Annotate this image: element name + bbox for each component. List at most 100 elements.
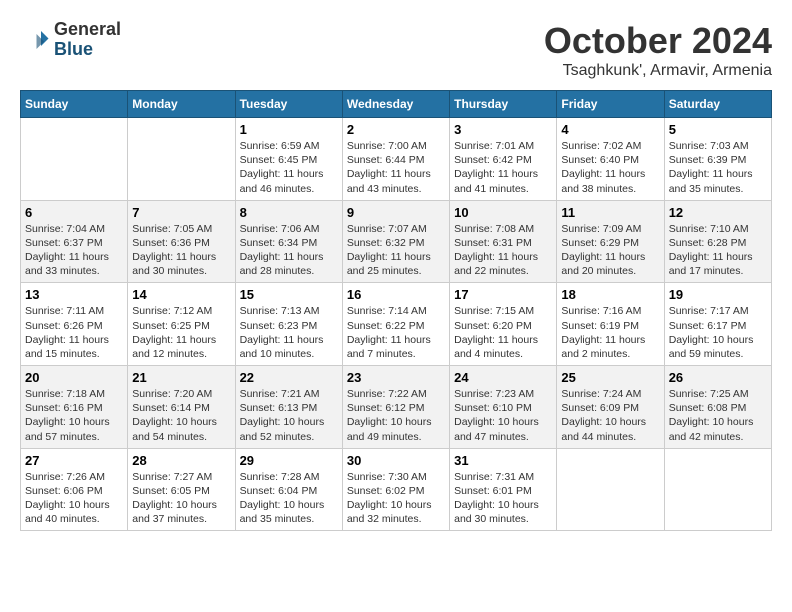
calendar-day-cell: 6Sunrise: 7:04 AM Sunset: 6:37 PM Daylig… (21, 200, 128, 283)
day-number: 14 (132, 287, 230, 302)
calendar-day-cell: 29 Sunrise: 7:28 AM Sunset: 6:04 PM Dayli… (235, 448, 342, 531)
calendar-day-cell: 24 Sunrise: 7:23 AM Sunset: 6:10 PM Dayli… (450, 366, 557, 449)
calendar-day-cell: 18 Sunrise: 7:16 AM Sunset: 6:19 PM Dayli… (557, 283, 664, 366)
calendar-day-cell: 21 Sunrise: 7:20 AM Sunset: 6:14 PM Dayli… (128, 366, 235, 449)
location-title: Tsaghkunk', Armavir, Armenia (544, 62, 772, 80)
day-number: 20 (25, 370, 123, 385)
calendar-week-row: 1 Sunrise: 6:59 AM Sunset: 6:45 PM Daylig… (21, 118, 772, 201)
day-number: 28 (132, 453, 230, 468)
calendar-day-cell: 31Sunrise: 7:31 AM Sunset: 6:01 PM Dayli… (450, 448, 557, 531)
day-info: Sunrise: 7:30 AM Sunset: 6:02 PM Dayligh… (347, 470, 445, 527)
day-info: Sunrise: 7:21 AM Sunset: 6:13 PM Dayligh… (240, 387, 338, 444)
logo-text: General Blue (54, 20, 121, 60)
day-info: Sunrise: 7:26 AM Sunset: 6:06 PM Dayligh… (25, 470, 123, 527)
calendar-day-cell: 1 Sunrise: 6:59 AM Sunset: 6:45 PM Daylig… (235, 118, 342, 201)
day-number: 5 (669, 122, 767, 137)
calendar-day-cell: 13 Sunrise: 7:11 AM Sunset: 6:26 PM Dayli… (21, 283, 128, 366)
calendar-day-cell: 4 Sunrise: 7:02 AM Sunset: 6:40 PM Daylig… (557, 118, 664, 201)
day-number: 12 (669, 205, 767, 220)
day-number: 30 (347, 453, 445, 468)
calendar-day-cell: 30 Sunrise: 7:30 AM Sunset: 6:02 PM Dayli… (342, 448, 449, 531)
calendar-day-cell: 2Sunrise: 7:00 AM Sunset: 6:44 PM Daylig… (342, 118, 449, 201)
day-info: Sunrise: 7:06 AM Sunset: 6:34 PM Dayligh… (240, 222, 338, 279)
calendar-header-day: Monday (128, 91, 235, 118)
calendar-day-cell (128, 118, 235, 201)
title-area: October 2024 Tsaghkunk', Armavir, Armeni… (544, 20, 772, 80)
calendar-header-day: Wednesday (342, 91, 449, 118)
calendar-table: SundayMondayTuesdayWednesdayThursdayFrid… (20, 90, 772, 531)
day-number: 2 (347, 122, 445, 137)
calendar-day-cell: 16Sunrise: 7:14 AM Sunset: 6:22 PM Dayli… (342, 283, 449, 366)
calendar-day-cell: 8Sunrise: 7:06 AM Sunset: 6:34 PM Daylig… (235, 200, 342, 283)
calendar-day-cell: 5 Sunrise: 7:03 AM Sunset: 6:39 PM Daylig… (664, 118, 771, 201)
day-info: Sunrise: 7:09 AM Sunset: 6:29 PM Dayligh… (561, 222, 659, 279)
day-number: 26 (669, 370, 767, 385)
day-number: 3 (454, 122, 552, 137)
calendar-day-cell: 9 Sunrise: 7:07 AM Sunset: 6:32 PM Daylig… (342, 200, 449, 283)
calendar-week-row: 27 Sunrise: 7:26 AM Sunset: 6:06 PM Dayli… (21, 448, 772, 531)
day-number: 18 (561, 287, 659, 302)
day-info: Sunrise: 7:15 AM Sunset: 6:20 PM Dayligh… (454, 304, 552, 361)
logo-line1: General (54, 20, 121, 40)
calendar-day-cell: 23 Sunrise: 7:22 AM Sunset: 6:12 PM Dayli… (342, 366, 449, 449)
day-info: Sunrise: 7:28 AM Sunset: 6:04 PM Dayligh… (240, 470, 338, 527)
day-info: Sunrise: 7:13 AM Sunset: 6:23 PM Dayligh… (240, 304, 338, 361)
calendar-header-row: SundayMondayTuesdayWednesdayThursdayFrid… (21, 91, 772, 118)
calendar-day-cell (664, 448, 771, 531)
day-info: Sunrise: 7:27 AM Sunset: 6:05 PM Dayligh… (132, 470, 230, 527)
day-number: 1 (240, 122, 338, 137)
header: General Blue October 2024 Tsaghkunk', Ar… (20, 20, 772, 80)
day-number: 19 (669, 287, 767, 302)
day-number: 24 (454, 370, 552, 385)
calendar-day-cell: 3Sunrise: 7:01 AM Sunset: 6:42 PM Daylig… (450, 118, 557, 201)
day-number: 21 (132, 370, 230, 385)
day-info: Sunrise: 7:25 AM Sunset: 6:08 PM Dayligh… (669, 387, 767, 444)
calendar-week-row: 13 Sunrise: 7:11 AM Sunset: 6:26 PM Dayli… (21, 283, 772, 366)
calendar-header-day: Sunday (21, 91, 128, 118)
calendar-header-day: Tuesday (235, 91, 342, 118)
day-info: Sunrise: 7:02 AM Sunset: 6:40 PM Dayligh… (561, 139, 659, 196)
day-info: Sunrise: 7:05 AM Sunset: 6:36 PM Dayligh… (132, 222, 230, 279)
day-info: Sunrise: 7:31 AM Sunset: 6:01 PM Dayligh… (454, 470, 552, 527)
day-number: 29 (240, 453, 338, 468)
calendar-day-cell: 12 Sunrise: 7:10 AM Sunset: 6:28 PM Dayli… (664, 200, 771, 283)
day-info: Sunrise: 7:20 AM Sunset: 6:14 PM Dayligh… (132, 387, 230, 444)
calendar-header-day: Saturday (664, 91, 771, 118)
day-info: Sunrise: 7:07 AM Sunset: 6:32 PM Dayligh… (347, 222, 445, 279)
calendar-day-cell (21, 118, 128, 201)
day-number: 4 (561, 122, 659, 137)
day-info: Sunrise: 7:12 AM Sunset: 6:25 PM Dayligh… (132, 304, 230, 361)
calendar-week-row: 6Sunrise: 7:04 AM Sunset: 6:37 PM Daylig… (21, 200, 772, 283)
calendar-day-cell (557, 448, 664, 531)
day-number: 10 (454, 205, 552, 220)
day-info: Sunrise: 7:17 AM Sunset: 6:17 PM Dayligh… (669, 304, 767, 361)
calendar-header-day: Thursday (450, 91, 557, 118)
day-info: Sunrise: 7:03 AM Sunset: 6:39 PM Dayligh… (669, 139, 767, 196)
calendar-day-cell: 11Sunrise: 7:09 AM Sunset: 6:29 PM Dayli… (557, 200, 664, 283)
day-number: 15 (240, 287, 338, 302)
logo-line2: Blue (54, 40, 121, 60)
calendar-day-cell: 10 Sunrise: 7:08 AM Sunset: 6:31 PM Dayli… (450, 200, 557, 283)
day-info: Sunrise: 7:08 AM Sunset: 6:31 PM Dayligh… (454, 222, 552, 279)
day-info: Sunrise: 7:24 AM Sunset: 6:09 PM Dayligh… (561, 387, 659, 444)
calendar-day-cell: 28 Sunrise: 7:27 AM Sunset: 6:05 PM Dayli… (128, 448, 235, 531)
day-number: 7 (132, 205, 230, 220)
day-number: 22 (240, 370, 338, 385)
calendar-day-cell: 15 Sunrise: 7:13 AM Sunset: 6:23 PM Dayli… (235, 283, 342, 366)
day-info: Sunrise: 7:22 AM Sunset: 6:12 PM Dayligh… (347, 387, 445, 444)
day-number: 9 (347, 205, 445, 220)
day-info: Sunrise: 6:59 AM Sunset: 6:45 PM Dayligh… (240, 139, 338, 196)
day-info: Sunrise: 7:11 AM Sunset: 6:26 PM Dayligh… (25, 304, 123, 361)
month-title: October 2024 (544, 20, 772, 62)
day-number: 27 (25, 453, 123, 468)
calendar-day-cell: 17 Sunrise: 7:15 AM Sunset: 6:20 PM Dayli… (450, 283, 557, 366)
day-info: Sunrise: 7:18 AM Sunset: 6:16 PM Dayligh… (25, 387, 123, 444)
day-info: Sunrise: 7:23 AM Sunset: 6:10 PM Dayligh… (454, 387, 552, 444)
day-number: 23 (347, 370, 445, 385)
day-info: Sunrise: 7:04 AM Sunset: 6:37 PM Dayligh… (25, 222, 123, 279)
day-number: 17 (454, 287, 552, 302)
calendar-day-cell: 20 Sunrise: 7:18 AM Sunset: 6:16 PM Dayli… (21, 366, 128, 449)
day-info: Sunrise: 7:10 AM Sunset: 6:28 PM Dayligh… (669, 222, 767, 279)
day-info: Sunrise: 7:16 AM Sunset: 6:19 PM Dayligh… (561, 304, 659, 361)
day-number: 13 (25, 287, 123, 302)
